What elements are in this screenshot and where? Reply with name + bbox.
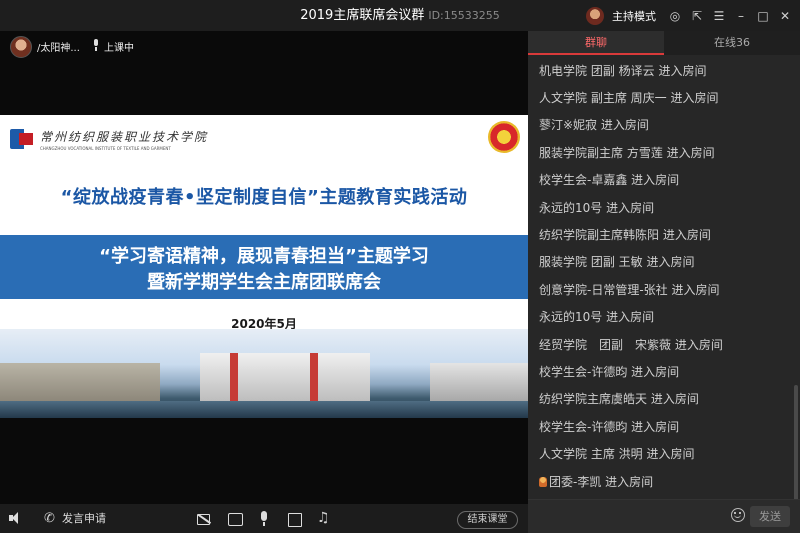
title-bar: 2019主席联席会议群 ID:15533255 主持模式 ◎ ⇱ ☰ – □ ✕ [0,0,800,31]
tab-online[interactable]: 在线36 [664,31,800,55]
chat-message: 机电学院 团副 杨译云 进入房间 [539,64,707,78]
chat-message-text: 团委-李凯 进入房间 [549,475,654,489]
popout-icon[interactable]: ⇱ [690,9,704,23]
speaker-icon[interactable] [8,511,22,526]
campus-photo [0,329,528,418]
chat-message: 人文学院 副主席 周庆一 进入房间 [539,91,719,105]
chat-message: 人文学院 主席 洪明 进入房间 [539,447,695,461]
chat-scrollbar[interactable] [794,385,798,499]
group-name: 2019主席联席会议群 [300,8,425,23]
chat-message: 校学生会-许德昀 进入房间 [539,365,680,379]
presentation-slide: 常州纺织服装职业技术学院 CHANGZHOU VOCATIONAL INSTIT… [0,115,528,418]
chat-message: 永远的10号 进入房间 [539,201,655,215]
panel-tabs: 群聊 在线36 [528,31,800,55]
school-logo-icon [10,129,34,149]
chat-message: 服装学院 团副 王敏 进入房间 [539,255,695,269]
room-id: ID:15533255 [428,9,500,22]
chat-message: 永远的10号 进入房间 [539,310,655,324]
chat-message: 服装学院副主席 方雪莲 进入房间 [539,146,715,160]
chat-input[interactable] [536,507,736,527]
end-class-button[interactable]: 结束课堂 [457,511,518,529]
chat-message: 经贸学院 团副 宋紫薇 进入房间 [539,338,723,352]
chat-message-list[interactable]: 机电学院 团副 杨译云 进入房间 人文学院 副主席 周庆一 进入房间 蓼汀※妮寂… [528,55,800,499]
host-mode-label[interactable]: 主持模式 [612,8,656,24]
tab-group-chat[interactable]: 群聊 [528,31,664,55]
lesson-status: 上课中 [104,43,134,54]
slide-subtitle-band: “学习寄语精神，展现青春担当”主题学习 暨新学期学生会主席团联席会 [0,235,528,299]
teacher-badge-icon [539,477,547,487]
chat-message: 纺织学院副主席韩陈阳 进入房间 [539,228,711,242]
side-panel: 群聊 在线36 机电学院 团副 杨译云 进入房间 人文学院 副主席 周庆一 进入… [528,31,800,533]
chat-message: 纺织学院主席虞皓天 进入房间 [539,392,699,406]
settings-icon[interactable]: ◎ [668,9,682,23]
chat-message: 创意学院-日常管理-张社 进入房间 [539,283,720,297]
school-name: 常州纺织服装职业技术学院 [40,130,209,144]
host-name: /太阳神... [37,43,80,54]
video-footer [0,418,528,504]
emoji-icon[interactable] [731,508,745,522]
user-avatar[interactable] [586,6,604,25]
speak-request-button[interactable]: 发言申请 [62,511,106,526]
microphone-icon[interactable] [258,511,270,526]
camera-off-icon[interactable] [197,511,213,526]
slide-title: “绽放战疫青春•坚定制度自信”主题教育实践活动 [60,187,468,208]
minimize-icon[interactable]: – [734,9,748,23]
phone-icon[interactable]: ✆ [44,511,58,526]
host-avatar[interactable] [10,36,32,58]
bottom-toolbar: ✆ 发言申请 ♫ 结束课堂 [0,504,528,533]
video-header: /太阳神... 上课中 [0,31,528,115]
chat-message: 团委-李凯 进入房间 [539,474,653,490]
menu-icon[interactable]: ☰ [712,9,726,23]
whiteboard-icon[interactable] [288,511,302,527]
chat-input-area: 发送 [528,499,800,533]
mic-icon [92,39,100,51]
school-name-en: CHANGZHOU VOCATIONAL INSTITUTE OF TEXTIL… [40,146,171,151]
chat-message: 蓼汀※妮寂 进入房间 [539,118,649,132]
slide-subtitle-line1: “学习寄语精神，展现青春担当”主题学习 [99,246,429,267]
slide-subtitle-line2: 暨新学期学生会主席团联席会 [147,272,381,293]
chat-message: 校学生会-卓嘉鑫 进入房间 [539,173,680,187]
screen-share-icon[interactable] [228,511,243,526]
title-bar-controls: 主持模式 ◎ ⇱ ☰ – □ ✕ [586,0,792,31]
chat-message: 校学生会-许德昀 进入房间 [539,420,680,434]
maximize-icon[interactable]: □ [756,9,770,23]
close-icon[interactable]: ✕ [778,9,792,23]
music-icon[interactable]: ♫ [317,511,331,526]
send-button[interactable]: 发送 [750,506,790,527]
league-emblem-icon [488,121,520,153]
